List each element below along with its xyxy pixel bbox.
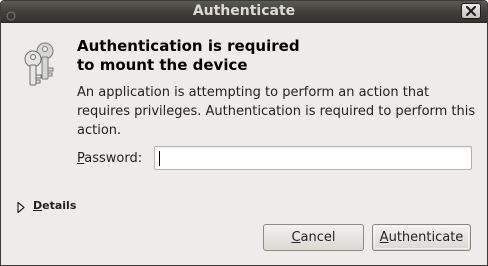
cancel-mnemonic: C xyxy=(291,230,301,245)
details-label: Details xyxy=(33,198,76,213)
password-label-text: assword: xyxy=(84,151,143,166)
authenticate-dialog: Authenticate Authentication is required … xyxy=(0,0,488,266)
dialog-heading: Authentication is required to mount the … xyxy=(77,37,457,75)
cancel-label: ancel xyxy=(300,230,336,245)
keys-icon xyxy=(20,39,68,87)
default-button-highlight xyxy=(374,226,469,249)
dialog-body: Authentication is required to mount the … xyxy=(1,23,487,265)
heading-line-2: to mount the device xyxy=(77,56,248,74)
password-field[interactable] xyxy=(154,146,472,170)
close-button[interactable] xyxy=(461,3,481,19)
text-caret xyxy=(159,151,160,166)
title-bar[interactable]: Authenticate xyxy=(1,1,487,23)
close-icon xyxy=(466,6,476,16)
triangle-right-icon xyxy=(16,199,26,214)
details-mnemonic: D xyxy=(33,199,43,212)
authenticate-button[interactable]: Authenticate xyxy=(372,224,471,251)
details-label-text: etails xyxy=(42,199,77,212)
dialog-message: An application is attempting to perform … xyxy=(77,85,476,138)
window-title: Authenticate xyxy=(192,3,296,19)
heading-line-1: Authentication is required xyxy=(77,37,300,55)
password-label: Password: xyxy=(77,150,142,167)
cancel-button[interactable]: Cancel xyxy=(263,224,364,251)
